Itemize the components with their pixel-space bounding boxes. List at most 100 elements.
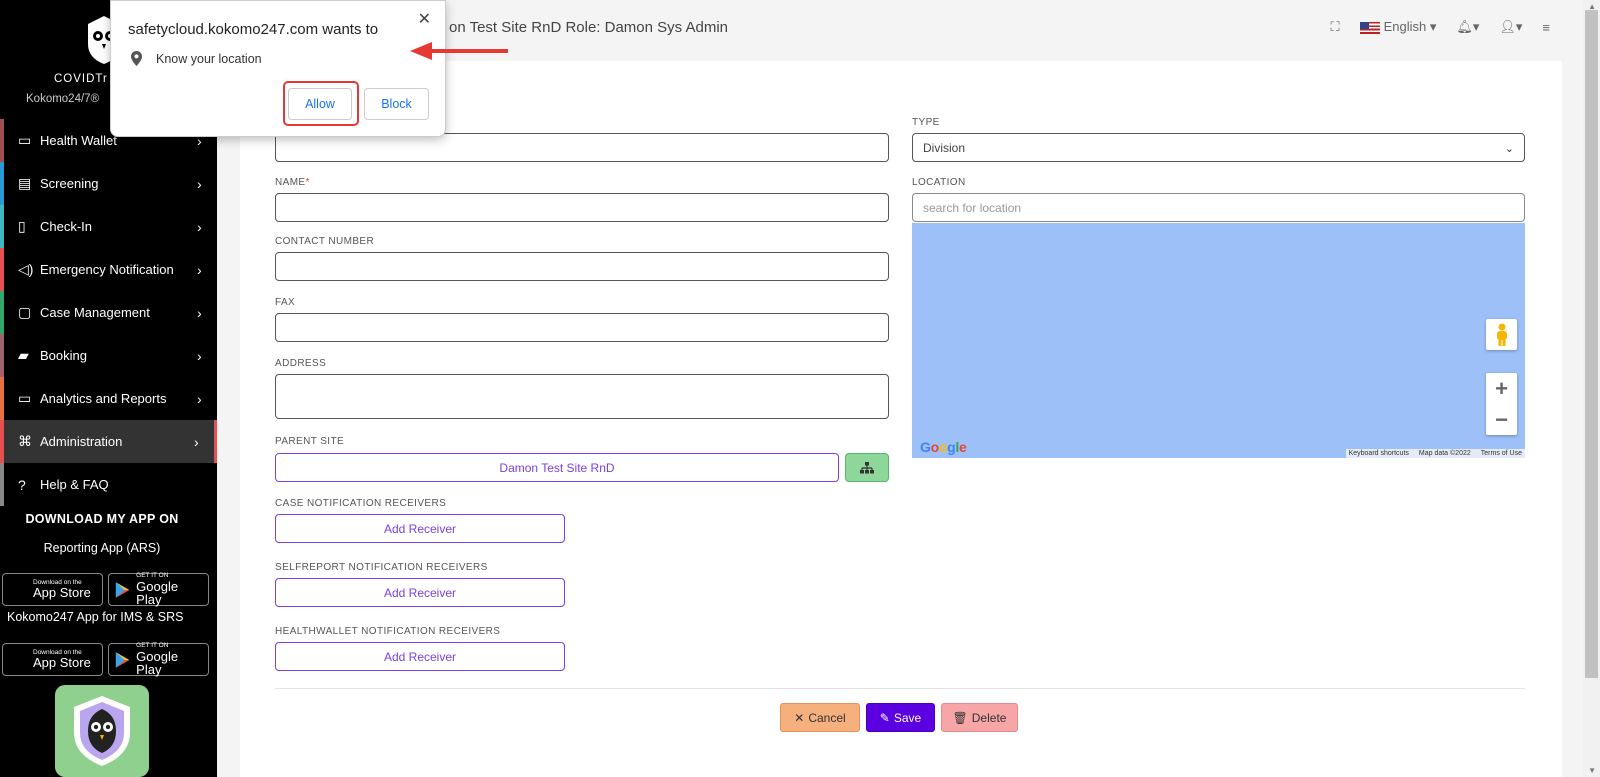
book-icon: ▰: [18, 347, 29, 363]
app-label-ims: Kokomo247 App for IMS & SRS: [7, 610, 184, 624]
location-label: LOCATION: [912, 177, 966, 188]
map-zoom-controls: + −: [1486, 373, 1517, 435]
fax-input[interactable]: [275, 313, 889, 342]
healthwallet-receivers-label: HEALTHWALLET NOTIFICATION RECEIVERS: [275, 626, 501, 637]
location-permission-popup: safetycloud.kokomo247.com wants to ✕ Kno…: [110, 0, 446, 137]
googleplay-big-text: Google Play: [136, 578, 179, 607]
chevron-right-icon: ›: [197, 347, 202, 364]
cancel-label: Cancel: [808, 710, 846, 725]
site-tree-button[interactable]: [845, 453, 889, 482]
save-button[interactable]: ✎ Save: [866, 703, 935, 732]
terms-of-use-link[interactable]: Terms of Use: [1481, 450, 1522, 457]
sitemap-icon: [860, 461, 874, 473]
megaphone-icon: ◁): [18, 261, 34, 277]
delete-button[interactable]: 🗑︎ Delete: [941, 703, 1018, 732]
page-title: on Test Site RnD Role: Damon Sys Admin: [449, 19, 729, 36]
sidebar-item-label: Screening: [40, 176, 99, 191]
sidebar-item-screening[interactable]: ▤ Screening ›: [0, 162, 217, 205]
sidebar-item-analytics-and-reports[interactable]: ▭ Analytics and Reports ›: [0, 377, 217, 420]
download-title: DOWNLOAD MY APP ON: [25, 512, 179, 526]
sidebar-item-emergency-notification[interactable]: ◁) Emergency Notification ›: [0, 248, 217, 291]
parent-site-field[interactable]: Damon Test Site RnD: [275, 453, 839, 482]
user-menu-icon[interactable]: 👤︎▾: [1499, 19, 1522, 35]
add-selfreport-receiver-button[interactable]: Add Receiver: [275, 578, 565, 607]
app-store-button[interactable]: Download on the App Store: [2, 573, 103, 606]
name-input[interactable]: [275, 193, 889, 222]
app-label-ars: Reporting App (ARS): [43, 541, 161, 555]
sidebar-item-label: Analytics and Reports: [40, 391, 167, 406]
chevron-right-icon: ›: [197, 175, 202, 192]
page-scrollbar[interactable]: ▲ ▼: [1583, 0, 1600, 777]
parent-site-label: PARENT SITE: [275, 436, 345, 447]
type-select-value: Division: [923, 140, 966, 155]
map-attribution: Keyboard shortcuts Map data ©2022 Terms …: [1345, 449, 1525, 458]
map-data-text: Map data ©2022: [1418, 450, 1471, 457]
location-map[interactable]: + − Google Keyboard shortcuts Map data ©…: [912, 223, 1525, 458]
wallet-icon: ▭: [18, 132, 32, 148]
appstore-big-text: App Store: [33, 585, 91, 601]
address-label: ADDRESS: [275, 358, 327, 369]
name-label: NAME*: [275, 177, 310, 188]
sidebar-item-check-in[interactable]: ▯ Check-In ›: [0, 205, 217, 248]
cancel-button[interactable]: ✕ Cancel: [780, 703, 860, 732]
code-input[interactable]: [275, 133, 889, 162]
google-play-button[interactable]: GET IT ON Google Play: [108, 573, 209, 606]
type-select[interactable]: Division ⌄: [912, 133, 1525, 162]
sidebar-item-label: Help & FAQ: [40, 477, 109, 492]
sidebar-item-administration[interactable]: ⌘ Administration ›: [0, 420, 217, 463]
scroll-down-arrow[interactable]: ▼: [1588, 766, 1596, 775]
scrollbar-thumb[interactable]: [1585, 10, 1598, 678]
block-button[interactable]: Block: [364, 88, 429, 120]
address-textarea[interactable]: [275, 374, 889, 419]
add-case-receiver-button[interactable]: Add Receiver: [275, 514, 565, 543]
googleplay-big-text: Google Play: [136, 648, 179, 677]
sidebar-item-label: Check-In: [40, 219, 93, 234]
sidebar-item-help-faq[interactable]: ? Help & FAQ: [0, 463, 217, 506]
fullscreen-icon[interactable]: ⛶: [1330, 19, 1339, 35]
location-pin-icon: [131, 51, 142, 66]
app-store-button[interactable]: Download on the App Store: [2, 643, 103, 676]
notification-bell-icon[interactable]: 🔔︎▾: [1456, 19, 1479, 35]
document-icon: ▤: [18, 175, 32, 191]
sidebar-item-case-management[interactable]: ▢ Case Management ›: [0, 291, 217, 334]
map-icon: ▯: [18, 218, 26, 234]
save-label: Save: [893, 710, 922, 725]
sidebar-item-label: Emergency Notification: [40, 262, 174, 277]
chevron-right-icon: ›: [197, 218, 202, 235]
help-icon: ?: [18, 476, 26, 493]
zoom-out-button[interactable]: −: [1486, 404, 1517, 435]
permission-text: Know your location: [156, 51, 262, 66]
sidebar-item-booking[interactable]: ▰ Booking ›: [0, 334, 217, 377]
contact-number-input[interactable]: [275, 252, 889, 281]
street-view-pegman-icon[interactable]: [1486, 319, 1517, 350]
popup-title: safetycloud.kokomo247.com wants to: [128, 21, 379, 38]
chevron-down-icon: ⌄: [1504, 143, 1514, 155]
command-icon: ⌘: [18, 433, 32, 449]
scroll-up-arrow[interactable]: ▲: [1588, 2, 1596, 11]
sidebar-item-label: Administration: [40, 434, 123, 449]
language-selector[interactable]: English ▾: [1359, 19, 1436, 35]
google-play-button[interactable]: GET IT ON Google Play: [108, 643, 209, 676]
keyboard-shortcuts-link[interactable]: Keyboard shortcuts: [1349, 450, 1409, 457]
zoom-in-button[interactable]: +: [1486, 373, 1517, 404]
delete-label: Delete: [971, 710, 1007, 725]
location-search-input[interactable]: search for location: [912, 193, 1525, 222]
close-icon[interactable]: ✕: [418, 9, 431, 29]
appstore-big-text: App Store: [33, 655, 91, 671]
hamburger-menu-icon[interactable]: ≡: [1542, 20, 1550, 35]
google-play-icon: [115, 651, 130, 668]
add-healthwallet-receiver-button[interactable]: Add Receiver: [275, 642, 565, 671]
store-row-ars: Download on the App Store GET IT ON Google…: [2, 573, 209, 606]
pegman-icon: [1496, 323, 1507, 346]
google-play-icon: [115, 581, 130, 598]
contact-number-label: CONTACT NUMBER: [275, 236, 375, 247]
name-label-text: NAME: [275, 177, 306, 188]
shield-owl-icon: [74, 696, 130, 766]
brand-subtitle: Kokomo24/7®: [26, 93, 100, 105]
edit-icon: ✎: [879, 710, 890, 725]
red-arrow-annotation: [410, 42, 508, 60]
language-label: English: [1383, 19, 1427, 34]
brand-name: COVIDTr: [54, 73, 108, 85]
google-logo: Google: [920, 439, 967, 455]
us-flag-icon: [1359, 21, 1380, 34]
